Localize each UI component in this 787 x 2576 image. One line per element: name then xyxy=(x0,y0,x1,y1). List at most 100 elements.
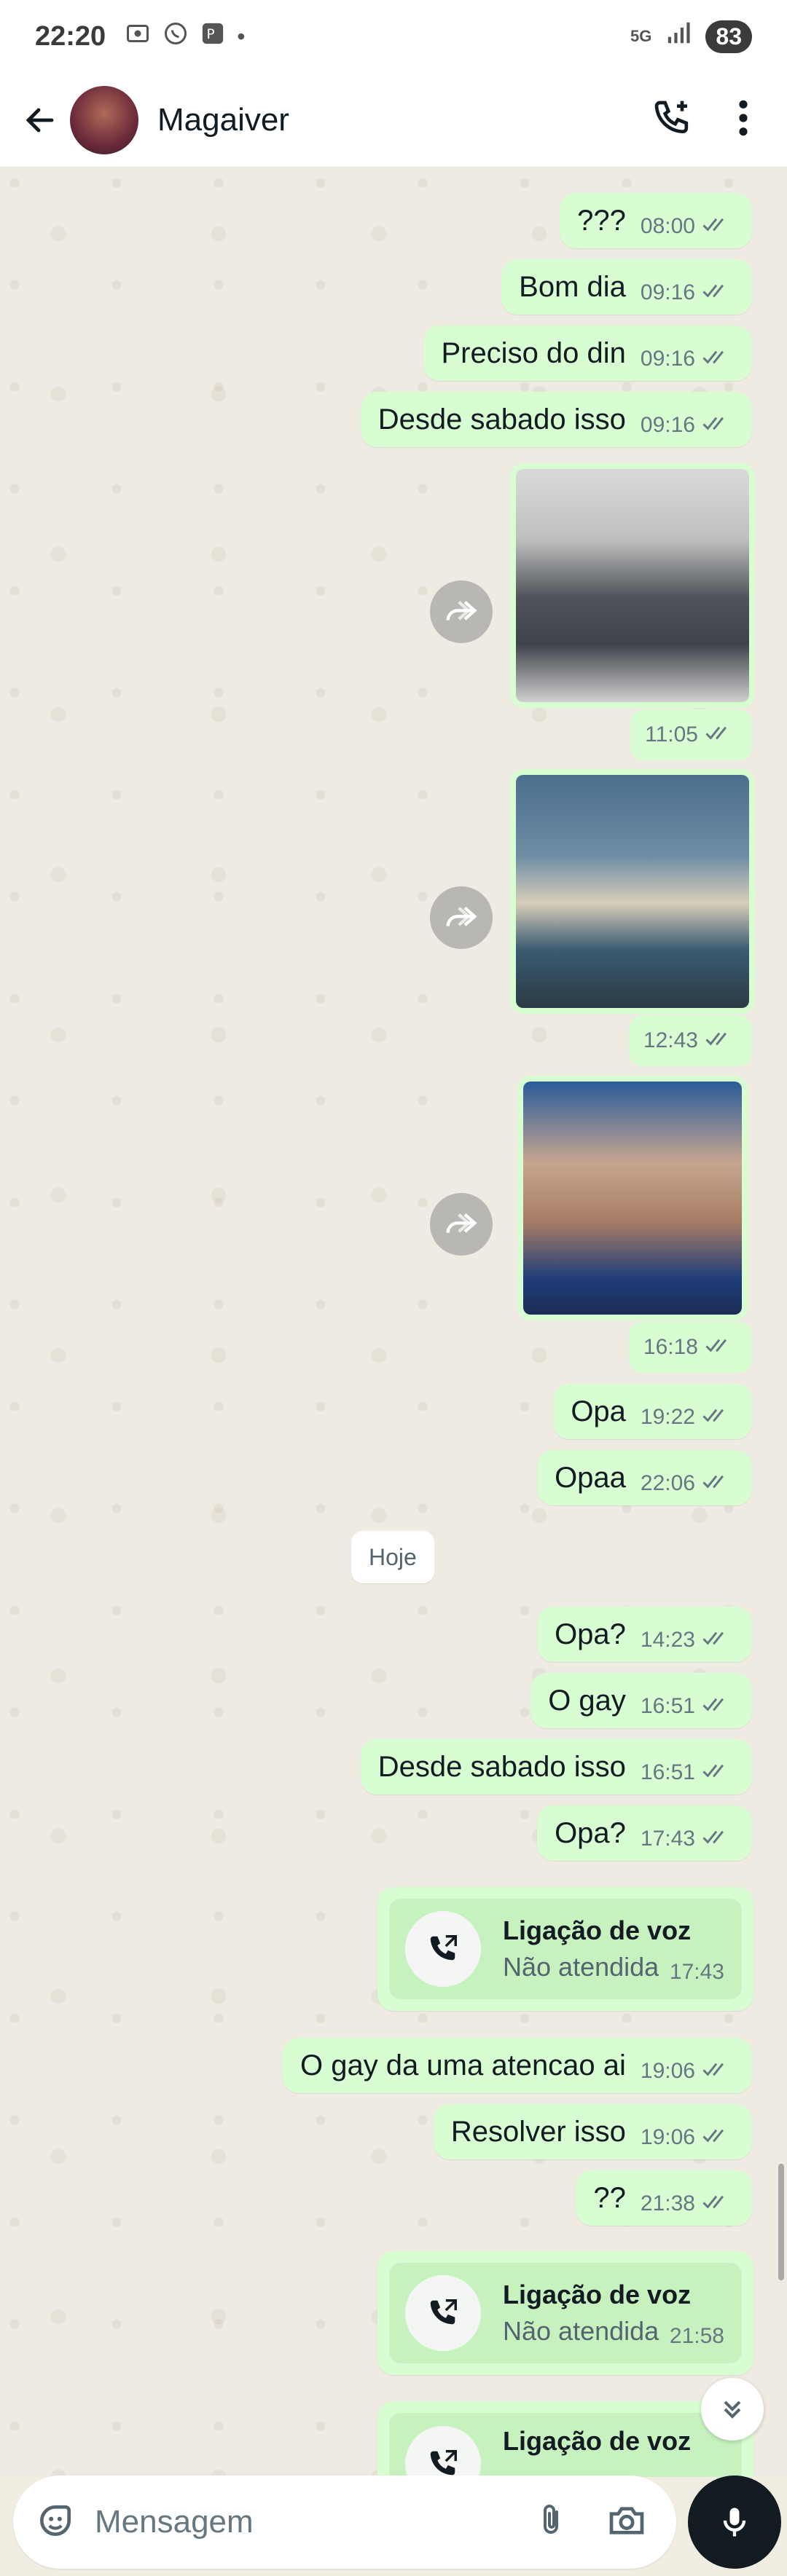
message-text: Opa? xyxy=(555,1816,626,1849)
message-time: 19:22 xyxy=(640,1405,695,1429)
image-message[interactable] xyxy=(517,1076,748,1320)
back-button[interactable] xyxy=(15,95,66,146)
message-bubble[interactable]: Opa? 17:43 xyxy=(537,1805,752,1861)
battery-indicator: 83 xyxy=(705,20,752,53)
more-options-button[interactable] xyxy=(736,98,751,142)
message-time: 08:00 xyxy=(640,214,695,238)
add-call-button[interactable] xyxy=(651,98,692,142)
message-bubble[interactable]: O gay da uma atencao ai 19:06 xyxy=(282,2038,752,2093)
photo-thumbnail[interactable] xyxy=(516,775,749,1008)
message-bubble[interactable]: Opa? 14:23 xyxy=(537,1607,752,1662)
message-text: Resolver isso xyxy=(450,2115,626,2148)
double-check-icon xyxy=(702,1405,735,1430)
paperclip-icon xyxy=(544,2504,558,2534)
media-time-bubble: 12:43 xyxy=(628,1015,752,1066)
voice-message-button[interactable] xyxy=(688,2475,781,2569)
forward-button[interactable] xyxy=(430,886,493,949)
message-text: Preciso do din xyxy=(441,336,626,369)
message-time: 09:16 xyxy=(640,347,695,371)
missed-call-icon xyxy=(405,2275,481,2351)
message-time: 22:06 xyxy=(640,1471,695,1495)
message-bubble[interactable]: Preciso do din 09:16 xyxy=(423,326,752,381)
message-text: Opaa xyxy=(555,1461,626,1494)
message-bubble[interactable]: Desde sabado isso 09:16 xyxy=(360,392,752,447)
message-bubble[interactable]: ??? 08:00 xyxy=(560,193,752,248)
double-check-icon xyxy=(702,1471,735,1496)
network-label: 5G xyxy=(630,27,652,45)
message-time: 19:06 xyxy=(640,2125,695,2149)
image-message[interactable] xyxy=(510,463,755,708)
scrollbar[interactable] xyxy=(778,2164,784,2280)
message-time: 16:51 xyxy=(640,1760,695,1784)
message-time: 09:16 xyxy=(640,280,695,304)
dot-icon: • xyxy=(237,23,246,50)
sticker-icon xyxy=(39,2505,71,2536)
call-status: Não atendida xyxy=(503,2316,659,2346)
double-check-icon xyxy=(702,280,735,305)
message-time: 21:58 xyxy=(669,2324,724,2348)
message-bubble[interactable]: Bom dia 09:16 xyxy=(501,259,752,315)
message-bubble[interactable]: O gay 16:51 xyxy=(530,1673,752,1728)
status-time: 22:20 xyxy=(35,20,106,52)
call-status: Não atendida xyxy=(503,1952,659,1982)
microphone-icon xyxy=(723,2508,746,2537)
signal-icon xyxy=(666,20,691,52)
day-separator: Hoje xyxy=(351,1531,434,1583)
camera-button[interactable] xyxy=(606,2500,647,2545)
message-bubble[interactable]: Desde sabado isso 16:51 xyxy=(360,1739,752,1795)
attach-button[interactable] xyxy=(533,2500,568,2545)
message-input[interactable]: Mensagem xyxy=(95,2504,254,2540)
call-title: Ligação de voz xyxy=(503,1915,692,1945)
call-title: Ligação de voz xyxy=(503,2426,692,2456)
photo-thumbnail[interactable] xyxy=(516,469,749,702)
app-icon: P xyxy=(200,21,225,52)
message-input-container[interactable]: Mensagem xyxy=(13,2475,676,2569)
message-text: Bom dia xyxy=(519,270,626,303)
double-check-icon xyxy=(702,1760,735,1785)
double-check-icon xyxy=(705,1028,737,1053)
message-text: Opa xyxy=(571,1395,626,1427)
message-time: 12:43 xyxy=(643,1028,698,1052)
media-time-bubble: 16:18 xyxy=(628,1322,752,1373)
message-bubble[interactable]: ?? 21:38 xyxy=(576,2170,752,2226)
message-text: Desde sabado isso xyxy=(377,403,626,436)
chat-header: Magaiver xyxy=(0,73,787,168)
double-check-icon xyxy=(702,347,735,371)
message-bubble[interactable]: Opaa 22:06 xyxy=(537,1450,752,1505)
message-time: 19:06 xyxy=(640,2059,695,2083)
whatsapp-icon xyxy=(163,20,189,52)
double-check-icon xyxy=(705,1335,737,1360)
message-text: O gay xyxy=(548,1684,626,1717)
missed-call-icon xyxy=(405,1911,481,1987)
svg-text:P: P xyxy=(207,27,215,42)
image-message[interactable] xyxy=(510,769,755,1014)
scroll-to-bottom-button[interactable] xyxy=(701,2378,764,2441)
forward-icon xyxy=(446,907,477,926)
message-text: ?? xyxy=(593,2181,626,2214)
message-bubble[interactable]: Resolver isso 19:06 xyxy=(433,2104,752,2159)
status-bar: 22:20 P • 5G 83 xyxy=(0,0,787,73)
missed-call-message[interactable]: Ligação de voz Não atendida 21:58 xyxy=(377,2251,753,2375)
message-time: 09:16 xyxy=(640,413,695,437)
photo-thumbnail[interactable] xyxy=(523,1082,742,1315)
message-list[interactable]: ??? 08:00 Bom dia 09:16 Preciso do din 0… xyxy=(0,168,787,2477)
missed-call-message[interactable]: Ligação de voz Não atendida 17:43 xyxy=(377,1887,753,2011)
message-text: ??? xyxy=(577,204,626,237)
message-time: 16:18 xyxy=(643,1335,698,1359)
missed-call-message[interactable]: Ligação de voz xyxy=(377,2401,753,2477)
forward-button[interactable] xyxy=(430,1193,493,1256)
message-text: Opa? xyxy=(555,1618,626,1650)
message-bubble[interactable]: Opa 19:22 xyxy=(553,1384,752,1439)
forward-button[interactable] xyxy=(430,580,493,643)
avatar[interactable] xyxy=(70,85,138,154)
sticker-button[interactable] xyxy=(35,2500,76,2545)
composer: Mensagem xyxy=(0,2471,787,2576)
message-time: 17:43 xyxy=(669,1960,724,1984)
double-check-icon xyxy=(702,1827,735,1851)
double-check-icon xyxy=(702,1628,735,1653)
media-time-bubble: 11:05 xyxy=(630,709,752,760)
status-icons: P • xyxy=(125,20,245,52)
double-check-icon xyxy=(702,1694,735,1719)
phone-plus-icon xyxy=(654,101,689,134)
contact-name[interactable]: Magaiver xyxy=(157,102,289,138)
